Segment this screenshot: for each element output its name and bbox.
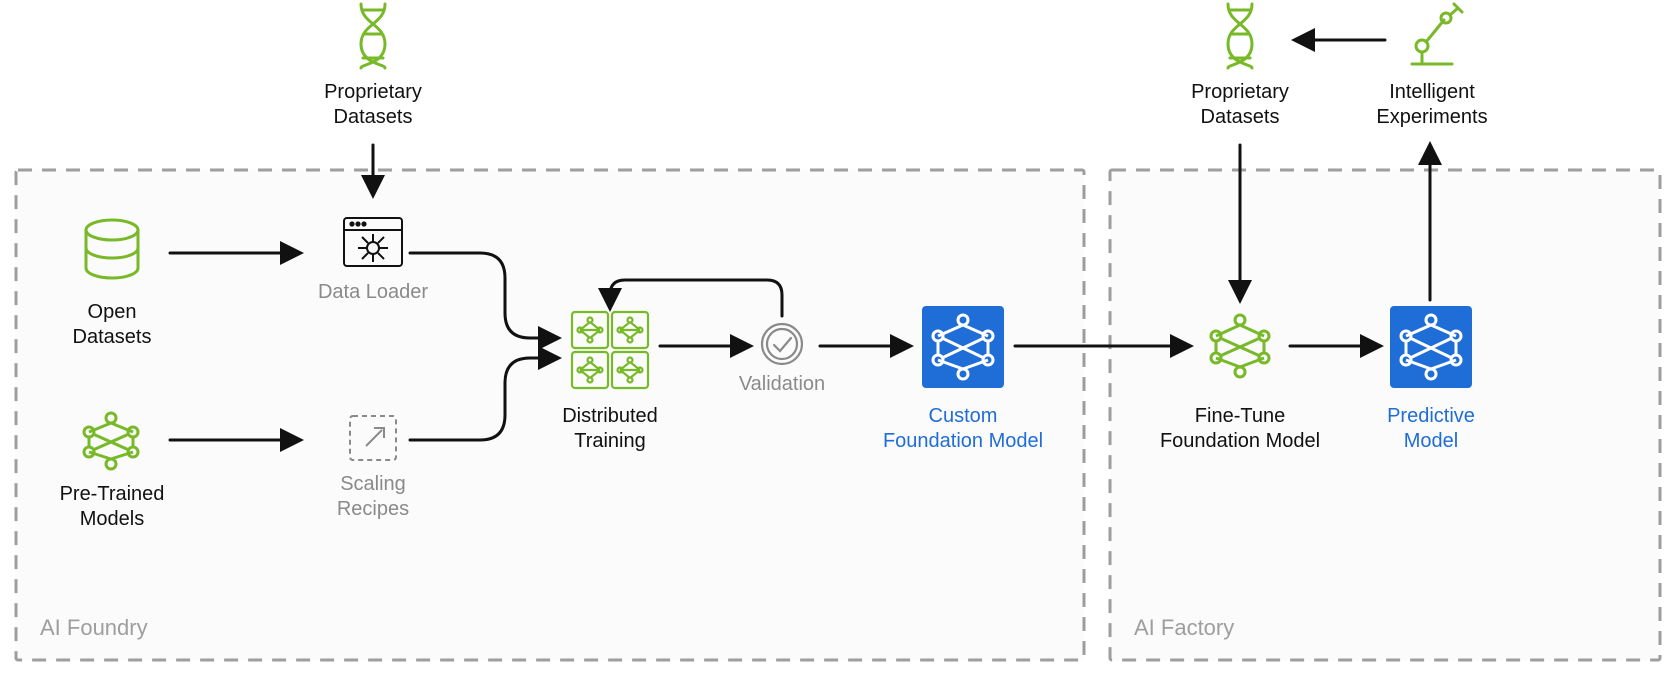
custom-foundation-label: Custom Foundation Model bbox=[878, 404, 1048, 454]
custom-foundation-icon bbox=[922, 306, 1004, 388]
data-loader-label: Data Loader bbox=[315, 280, 431, 305]
predictive-model-icon bbox=[1390, 306, 1472, 388]
network-icon bbox=[79, 408, 143, 472]
panel-factory-label: AI Factory bbox=[1134, 615, 1234, 641]
panel-foundry-label: AI Foundry bbox=[40, 615, 148, 641]
dna-icon-2 bbox=[1210, 0, 1270, 72]
data-loader-icon bbox=[340, 214, 406, 270]
distributed-training-icon bbox=[570, 310, 650, 390]
finetune-icon bbox=[1204, 310, 1276, 382]
dna-icon bbox=[343, 0, 403, 72]
scaling-recipes-label: Scaling Recipes bbox=[335, 472, 411, 522]
intelligent-experiments-label: Intelligent Experiments bbox=[1370, 80, 1494, 130]
diagram-root: AI Foundry AI Factory Proprietary Datase… bbox=[0, 0, 1679, 691]
validation-label: Validation bbox=[738, 372, 826, 397]
proprietary-datasets-2-label: Proprietary Datasets bbox=[1183, 80, 1297, 130]
open-datasets-label: Open Datasets bbox=[66, 300, 158, 350]
predictive-model-label: Predictive Model bbox=[1380, 404, 1482, 454]
finetune-label: Fine-Tune Foundation Model bbox=[1156, 404, 1324, 454]
scaling-recipes-icon bbox=[344, 410, 402, 466]
pretrained-models-label: Pre-Trained Models bbox=[56, 482, 168, 532]
validation-icon bbox=[758, 320, 806, 368]
distributed-training-label: Distributed Training bbox=[555, 404, 665, 454]
robot-arm-icon bbox=[1398, 0, 1466, 72]
proprietary-datasets-1-label: Proprietary Datasets bbox=[316, 80, 430, 130]
database-icon bbox=[80, 218, 144, 284]
